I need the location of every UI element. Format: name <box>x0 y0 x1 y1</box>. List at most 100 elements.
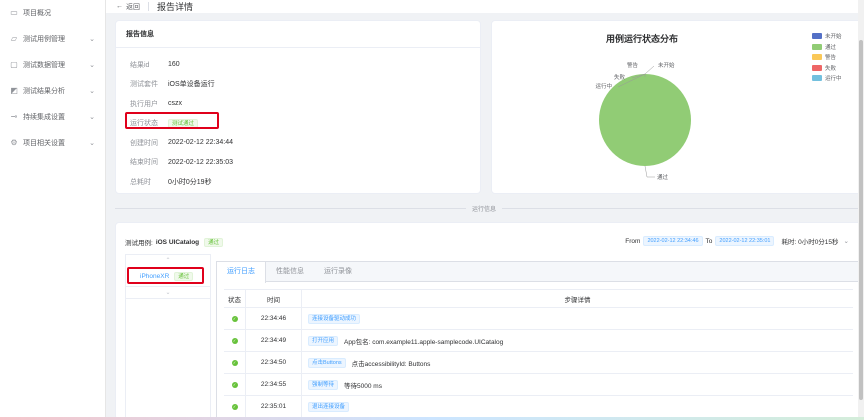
sidebar-item[interactable]: ⊸ 持续集成设置 ⌄ <box>0 104 105 130</box>
legend-label: 警告 <box>825 55 837 62</box>
tab-1[interactable]: 性能信息 <box>266 262 314 281</box>
legend-swatch <box>812 33 822 40</box>
legend-label: 运行中 <box>825 76 842 83</box>
report-info-card: 报告信息 结果id 160 测试套件 iOS单设备运行 执行用户 cszx 运行状态 测试通过… <box>115 20 481 194</box>
chart-icon: ◩ <box>10 86 18 95</box>
time-cell: 22:34:49 <box>246 330 302 351</box>
col-step: 步骤详情 <box>564 296 591 304</box>
pie-slice-1[interactable] <box>599 74 691 166</box>
link-icon: ⊸ <box>10 112 18 121</box>
section-label-run-info: 运行信息 <box>466 204 503 213</box>
slice-label: 运行中 <box>595 82 612 90</box>
table-body: ✓ 22:34:46 连接设备驱动成功 ✓ 22:34:49 打开应用 App包名: com… <box>224 308 853 418</box>
chart-legend: 未开始通过警告 失败运行中 <box>812 31 842 84</box>
legend-item[interactable]: 失败 <box>812 63 842 74</box>
page-header: ← 返回 报告详情 <box>106 0 864 13</box>
table-row: ✓ 22:34:49 打开应用 App包名: com.example11.apple-… <box>224 330 853 352</box>
scrollbar-thumb[interactable] <box>859 40 863 400</box>
sidebar-item-label: 项目概况 <box>23 10 51 17</box>
scroll-down-icon[interactable]: ⌄ <box>126 286 210 299</box>
info-row: 创建时间 2022-02-12 22:34:44 <box>130 133 233 152</box>
gear-icon: ⚙ <box>10 138 18 147</box>
scroll-up-icon[interactable]: ⌃ <box>126 255 210 267</box>
slice-label: 通过 <box>657 173 669 181</box>
step-tag: 退出连接设备 <box>308 401 350 412</box>
info-label: 测试套件 <box>130 81 158 88</box>
sidebar-item[interactable]: ⚙ 项目相关设置 ⌄ <box>0 130 105 156</box>
to-label: To <box>705 237 713 245</box>
legend-label: 通过 <box>825 44 837 51</box>
back-button[interactable]: ← 返回 <box>116 2 140 12</box>
check-circle-icon: ✓ <box>231 381 238 388</box>
info-value: 2022-02-12 22:34:44 <box>168 139 233 146</box>
step-tag: 强制等待 <box>308 379 339 390</box>
time-cell: 22:35:01 <box>246 396 302 417</box>
sidebar-menu: ▭ 项目概况 ▱ 测试用例管理 ⌄ ▢ 测试数据管理 ⌄ ◩ 测试结果分析 ⌄ ⊸ 持续集成设置 ⌄ ⚙ 项目… <box>0 0 105 156</box>
to-date-chip: 2022-02-12 22:35:01 <box>715 236 775 246</box>
highlight-box-status <box>125 112 219 129</box>
check-circle-icon: ✓ <box>231 337 238 344</box>
time-cell: 22:34:50 <box>246 352 302 373</box>
table-row: ✓ 22:35:01 退出连接设备 <box>224 396 853 418</box>
page-title: 报告详情 <box>157 2 194 12</box>
info-row: 结果id 160 <box>130 55 180 74</box>
from-date-chip: 2022-02-12 22:34:46 <box>643 236 703 246</box>
step-detail: App包名: com.example11.apple-samplecode.UI… <box>344 338 504 346</box>
status-cell: ✓ <box>224 352 246 373</box>
step-detail: 点击accessibilityId: Buttons <box>351 360 431 368</box>
legend-swatch <box>812 75 822 82</box>
info-label: 执行用户 <box>130 100 158 108</box>
legend-item[interactable]: 运行中 <box>812 73 842 84</box>
detail-tabs: 运行日志 性能信息 运行录像 <box>216 262 860 283</box>
arrow-left-icon: ← <box>116 3 123 10</box>
legend-label: 未开始 <box>825 34 842 41</box>
case-name: iOS UICatalog <box>155 238 200 246</box>
time-cell: 22:34:55 <box>246 374 302 395</box>
tab-0[interactable]: 运行日志 <box>216 262 266 283</box>
tab-2[interactable]: 运行录像 <box>314 262 362 281</box>
step-detail: 等待5000 ms <box>344 382 382 390</box>
info-row: 结束时间 2022-02-12 22:35:03 <box>130 153 233 172</box>
legend-swatch <box>812 43 822 50</box>
check-circle-icon: ✓ <box>231 359 238 366</box>
detail-panel: 运行日志 性能信息 运行录像 状态 时间 步骤详情 ✓ 22:34:46 连接设备驱动成… <box>216 261 861 420</box>
step-cell: 强制等待 等待5000 ms <box>302 374 853 395</box>
from-label: From <box>625 237 641 245</box>
duration-text: 耗时: 0小时0分15秒 <box>781 239 839 246</box>
case-status-badge: 通过 <box>204 237 224 247</box>
status-chart-card: 用例运行状态分布 警告 未开始 失败 运行中 通过 未开始 通过 警告 失败 运行中 <box>491 20 864 194</box>
legend-item[interactable]: 未开始 <box>812 31 842 42</box>
pie-chart: 警告 未开始失败运行中通过 <box>595 61 691 181</box>
sidebar-item[interactable]: ▭ 项目概况 <box>0 0 105 26</box>
header-divider <box>148 2 149 11</box>
run-info-card: 测试用例: iOS UICatalog 通过 From 2022-02-12 2… <box>115 222 864 420</box>
sidebar-item[interactable]: ▱ 测试用例管理 ⌄ <box>0 26 105 52</box>
report-info-title: 报告信息 <box>116 21 480 48</box>
slice-label-line <box>644 165 655 178</box>
time-cell: 22:34:46 <box>246 308 302 329</box>
slice-label: 失败 <box>614 73 626 81</box>
legend-item[interactable]: 警告 <box>812 52 842 63</box>
step-cell: 打开应用 App包名: com.example11.apple-samplecod… <box>302 330 853 351</box>
chevron-down-icon: ⌄ <box>89 114 95 121</box>
page-scrollbar[interactable] <box>858 0 864 420</box>
slice-label: 未开始 <box>658 61 675 69</box>
table-row: ✓ 22:34:50 点击Buttons 点击accessibilityId: But… <box>224 352 853 374</box>
info-value: 160 <box>168 61 180 68</box>
legend-item[interactable]: 通过 <box>812 42 842 53</box>
sidebar-item[interactable]: ▢ 测试数据管理 ⌄ <box>0 52 105 78</box>
chevron-down-icon: ⌄ <box>89 140 95 147</box>
info-value: cszx <box>168 100 182 107</box>
chevron-down-icon: ⌄ <box>89 88 95 95</box>
col-status: 状态 <box>224 290 246 307</box>
desktop-icon: ▭ <box>10 8 18 17</box>
slice-label: 警告 <box>627 61 639 69</box>
info-label: 创建时间 <box>130 139 158 147</box>
info-row: 测试套件 iOS单设备运行 <box>130 75 215 94</box>
chevron-down-icon[interactable]: ⌄ <box>844 237 849 245</box>
step-tag: 点击Buttons <box>308 357 346 368</box>
status-cell: ✓ <box>224 374 246 395</box>
table-row: ✓ 22:34:55 强制等待 等待5000 ms <box>224 374 853 396</box>
sidebar-item[interactable]: ◩ 测试结果分析 ⌄ <box>0 78 105 104</box>
lock-icon: ▢ <box>10 60 18 69</box>
